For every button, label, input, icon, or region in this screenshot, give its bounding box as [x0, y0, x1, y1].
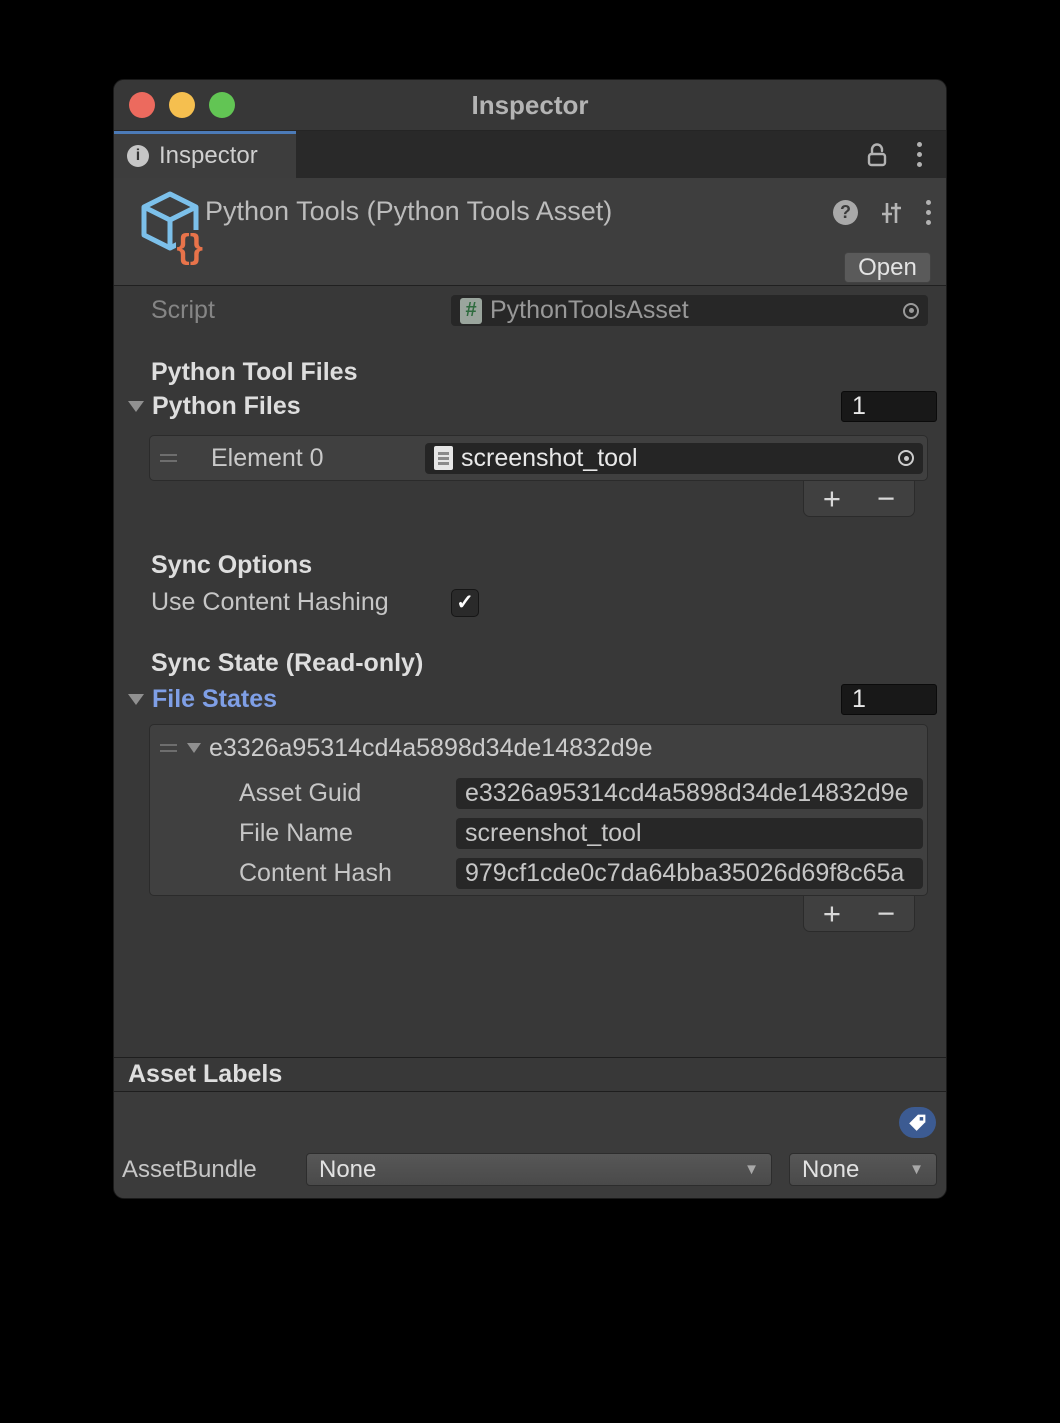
file-name-label: File Name [160, 819, 456, 848]
csharp-script-icon: # [460, 298, 482, 324]
table-row: File Name screenshot_tool [160, 818, 923, 849]
window-title: Inspector [471, 90, 588, 121]
foldout-icon[interactable] [128, 694, 144, 705]
file-name-field[interactable]: screenshot_tool [456, 818, 923, 849]
python-tools-asset-icon: {} [134, 188, 206, 260]
inspector-body: Script # PythonToolsAsset Python Tool Fi… [114, 286, 946, 1057]
presets-icon[interactable] [877, 199, 905, 227]
chevron-down-icon: ▼ [909, 1161, 924, 1178]
inspector-window: Inspector i Inspector {} P [113, 79, 947, 1199]
component-header: {} Python Tools (Python Tools Asset) ? O… [114, 178, 946, 286]
script-row: Script # PythonToolsAsset [114, 295, 946, 326]
assetbundle-value: None [319, 1156, 376, 1184]
file-state-guid-header: e3326a95314cd4a5898d34de14832d9e [209, 734, 653, 763]
tab-inspector[interactable]: i Inspector [114, 131, 296, 178]
tab-menu-icon[interactable] [915, 138, 924, 171]
foldout-icon[interactable] [187, 743, 201, 753]
minimize-window-button[interactable] [169, 92, 195, 118]
element-label: Element 0 [211, 444, 425, 473]
file-state-header[interactable]: e3326a95314cd4a5898d34de14832d9e [160, 727, 923, 769]
script-label: Script [151, 296, 451, 325]
asset-guid-label: Asset Guid [160, 779, 456, 808]
list-item[interactable]: Element 0 screenshot_tool [150, 436, 927, 480]
element-value: screenshot_tool [461, 444, 638, 473]
content-hash-label: Content Hash [160, 859, 456, 888]
assetbundle-dropdown[interactable]: None ▼ [306, 1153, 772, 1186]
remove-state-button[interactable]: − [877, 898, 895, 929]
open-button[interactable]: Open [844, 252, 931, 283]
tag-icon [907, 1112, 928, 1133]
zoom-window-button[interactable] [209, 92, 235, 118]
file-states-row: File States 1 [114, 684, 946, 715]
asset-guid-value: e3326a95314cd4a5898d34de14832d9e [465, 779, 909, 808]
element-object-field[interactable]: screenshot_tool [425, 443, 923, 474]
file-name-value: screenshot_tool [465, 819, 642, 848]
text-asset-icon [434, 446, 453, 470]
python-files-label[interactable]: Python Files [152, 392, 301, 421]
file-states-size-field[interactable]: 1 [841, 684, 937, 715]
python-files-list: Element 0 screenshot_tool [149, 435, 928, 481]
sync-state-title: Sync State (Read-only) [114, 649, 946, 676]
remove-element-button[interactable]: − [877, 483, 895, 514]
asset-labels-title: Asset Labels [128, 1060, 282, 1089]
chevron-down-icon: ▼ [744, 1161, 759, 1178]
traffic-lights [129, 92, 235, 118]
add-state-button[interactable]: + [823, 898, 841, 929]
assetbundle-row: AssetBundle None ▼ None ▼ [122, 1153, 937, 1186]
use-content-hashing-label: Use Content Hashing [151, 588, 451, 617]
use-content-hashing-row: Use Content Hashing ✓ [114, 587, 946, 618]
unlock-icon[interactable] [865, 141, 889, 169]
file-states-size: 1 [852, 685, 866, 714]
titlebar[interactable]: Inspector [114, 80, 946, 131]
python-files-row: Python Files 1 [114, 391, 946, 422]
list-footer: + − [803, 481, 915, 517]
object-picker-icon[interactable] [898, 450, 914, 466]
file-states-list: e3326a95314cd4a5898d34de14832d9e Asset G… [149, 724, 928, 896]
file-states-label[interactable]: File States [152, 685, 277, 714]
use-content-hashing-checkbox[interactable]: ✓ [451, 589, 479, 617]
braces-icon: {} [176, 230, 204, 264]
python-files-size: 1 [852, 392, 866, 421]
asset-guid-field[interactable]: e3326a95314cd4a5898d34de14832d9e [456, 778, 923, 809]
content-hash-field[interactable]: 979cf1cde0c7da64bba35026d69f8c65a [456, 858, 923, 889]
assetbundle-variant-dropdown[interactable]: None ▼ [789, 1153, 937, 1186]
info-icon: i [127, 145, 149, 167]
list-footer: + − [803, 896, 915, 932]
help-icon[interactable]: ? [833, 200, 858, 225]
table-row: Content Hash 979cf1cde0c7da64bba35026d69… [160, 858, 923, 889]
component-title: Python Tools (Python Tools Asset) [205, 196, 612, 227]
close-window-button[interactable] [129, 92, 155, 118]
script-field[interactable]: # PythonToolsAsset [451, 295, 928, 326]
tab-label: Inspector [159, 142, 258, 170]
tab-strip: i Inspector [114, 131, 946, 178]
foldout-icon[interactable] [128, 401, 144, 412]
asset-labels-body: AssetBundle None ▼ None ▼ [114, 1092, 946, 1198]
asset-labels-header[interactable]: Asset Labels [114, 1057, 946, 1092]
python-files-size-field[interactable]: 1 [841, 391, 937, 422]
drag-handle-icon[interactable] [160, 744, 177, 752]
add-element-button[interactable]: + [823, 483, 841, 514]
object-picker-icon[interactable] [903, 303, 919, 319]
python-tool-files-title: Python Tool Files [114, 358, 946, 385]
component-menu-icon[interactable] [924, 196, 933, 229]
sync-options-title: Sync Options [114, 551, 946, 578]
label-tag-button[interactable] [899, 1107, 936, 1138]
table-row: Asset Guid e3326a95314cd4a5898d34de14832… [160, 778, 923, 809]
script-value: PythonToolsAsset [490, 296, 689, 325]
assetbundle-variant-value: None [802, 1156, 859, 1184]
drag-handle-icon[interactable] [160, 454, 177, 462]
content-hash-value: 979cf1cde0c7da64bba35026d69f8c65a [465, 859, 904, 888]
assetbundle-label: AssetBundle [122, 1156, 306, 1184]
